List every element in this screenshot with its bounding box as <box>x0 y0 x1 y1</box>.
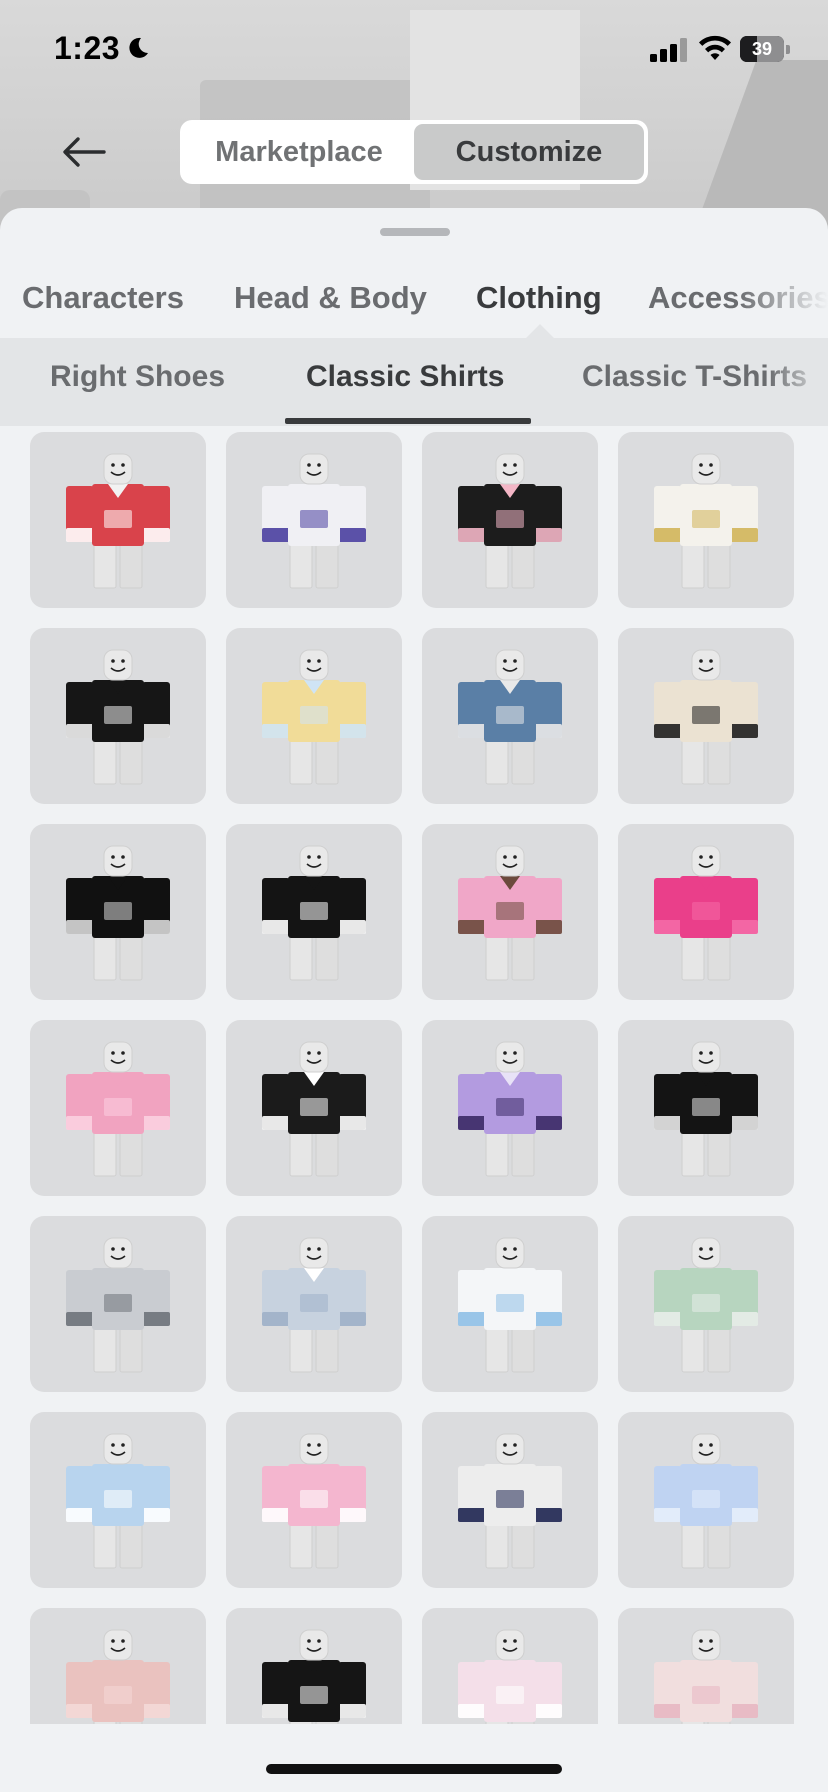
back-button[interactable] <box>56 130 112 174</box>
avatar-item-tile[interactable] <box>422 1412 598 1588</box>
avatar-item-tile[interactable] <box>618 432 794 608</box>
battery-level: 39 <box>751 39 773 59</box>
bottom-safe-area <box>0 1724 828 1792</box>
moon-icon <box>129 37 148 58</box>
avatar-item-tile[interactable] <box>30 432 206 608</box>
avatar-item-tile[interactable] <box>422 1020 598 1196</box>
shirt-avatar-thumbnail <box>262 845 366 981</box>
avatar-item-tile[interactable] <box>618 1020 794 1196</box>
shirt-avatar-thumbnail <box>458 1041 562 1177</box>
category-tabs: Characters Head & Body Clothing Accessor… <box>0 268 828 328</box>
tab-characters[interactable]: Characters <box>22 280 184 316</box>
shirt-avatar-thumbnail <box>458 1237 562 1373</box>
avatar-item-tile[interactable] <box>422 824 598 1000</box>
avatar-item-tile[interactable] <box>422 628 598 804</box>
avatar-item-tile[interactable] <box>618 1216 794 1392</box>
shirt-avatar-thumbnail <box>66 453 170 589</box>
shirt-avatar-thumbnail <box>654 845 758 981</box>
tab-head-body[interactable]: Head & Body <box>234 280 427 316</box>
scroll-fade <box>0 338 40 426</box>
shirt-avatar-thumbnail <box>66 1041 170 1177</box>
avatar-item-tile[interactable] <box>226 824 402 1000</box>
scroll-fade <box>738 268 828 328</box>
avatar-item-tile[interactable] <box>30 1412 206 1588</box>
shirt-avatar-thumbnail <box>66 845 170 981</box>
home-indicator[interactable] <box>266 1764 562 1774</box>
avatar-item-tile[interactable] <box>422 432 598 608</box>
avatar-item-tile[interactable] <box>226 1020 402 1196</box>
sheet-grabber[interactable] <box>380 228 450 236</box>
tab-clothing[interactable]: Clothing <box>476 280 602 316</box>
shirt-avatar-thumbnail <box>458 1433 562 1569</box>
avatar-item-tile[interactable] <box>226 628 402 804</box>
avatar-item-tile[interactable] <box>226 1216 402 1392</box>
battery-icon: 39 <box>740 36 790 62</box>
avatar-item-tile[interactable] <box>226 1412 402 1588</box>
cellular-signal-icon <box>650 38 687 62</box>
status-time: 1:23 <box>54 30 121 66</box>
segment-marketplace[interactable]: Marketplace <box>184 124 414 180</box>
shirt-avatar-thumbnail <box>262 1237 366 1373</box>
mode-segmented-control: Marketplace Customize <box>180 120 648 184</box>
shirt-avatar-thumbnail <box>654 1237 758 1373</box>
avatar-item-tile[interactable] <box>618 628 794 804</box>
shirt-avatar-thumbnail <box>458 453 562 589</box>
customize-sheet: Characters Head & Body Clothing Accessor… <box>0 208 828 1792</box>
arrow-left-icon <box>63 137 106 167</box>
avatar-item-tile[interactable] <box>30 824 206 1000</box>
shirt-avatar-thumbnail <box>458 845 562 981</box>
tab-classic-shirts[interactable]: Classic Shirts <box>306 360 504 394</box>
shirt-avatar-thumbnail <box>262 453 366 589</box>
segment-customize[interactable]: Customize <box>414 124 644 180</box>
shirt-avatar-thumbnail <box>458 649 562 785</box>
shirt-avatar-thumbnail <box>66 1237 170 1373</box>
avatar-item-tile[interactable] <box>618 824 794 1000</box>
shirt-avatar-thumbnail <box>654 649 758 785</box>
avatar-item-tile[interactable] <box>30 1020 206 1196</box>
subcategory-tabs: Right Shoes Classic Shirts Classic T-Shi… <box>0 338 828 426</box>
active-tab-underline <box>285 418 531 424</box>
shirt-avatar-thumbnail <box>66 1433 170 1569</box>
shirt-avatar-thumbnail <box>262 649 366 785</box>
avatar-item-tile[interactable] <box>422 1216 598 1392</box>
wifi-icon <box>699 35 731 60</box>
avatar-item-tile[interactable] <box>226 432 402 608</box>
shirt-avatar-thumbnail <box>654 1433 758 1569</box>
shirt-avatar-thumbnail <box>654 1041 758 1177</box>
avatar-item-tile[interactable] <box>30 628 206 804</box>
avatar-item-tile[interactable] <box>618 1412 794 1588</box>
shirt-avatar-thumbnail <box>66 649 170 785</box>
status-bar: 1:23 39 <box>0 0 828 100</box>
shirt-avatar-thumbnail <box>262 1433 366 1569</box>
tab-right-shoes[interactable]: Right Shoes <box>50 360 225 394</box>
avatar-item-tile[interactable] <box>30 1216 206 1392</box>
shirt-avatar-thumbnail <box>654 453 758 589</box>
shirt-avatar-thumbnail <box>262 1041 366 1177</box>
scroll-fade <box>768 338 828 426</box>
